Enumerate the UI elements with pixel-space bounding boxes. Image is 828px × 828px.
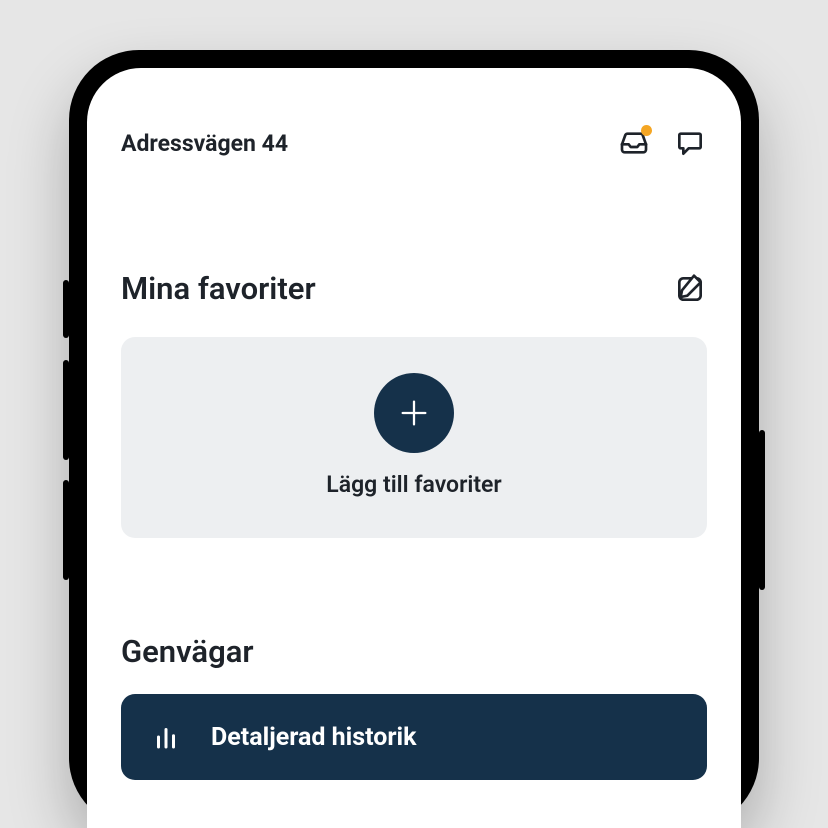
phone-side-button bbox=[63, 360, 69, 460]
edit-favorites-button[interactable] bbox=[673, 272, 707, 306]
bar-chart-icon bbox=[151, 722, 181, 752]
inbox-button[interactable] bbox=[617, 126, 651, 160]
phone-side-button bbox=[63, 480, 69, 580]
favorites-title: Mina favoriter bbox=[121, 270, 316, 307]
top-bar: Adressvägen 44 bbox=[121, 126, 707, 160]
chat-button[interactable] bbox=[673, 126, 707, 160]
phone-side-button bbox=[759, 430, 765, 590]
shortcuts-title: Genvägar bbox=[121, 633, 707, 670]
chat-icon bbox=[674, 127, 706, 159]
phone-frame: Adressvägen 44 bbox=[69, 50, 759, 828]
address-title[interactable]: Adressvägen 44 bbox=[121, 130, 288, 157]
edit-icon bbox=[674, 273, 706, 305]
screen: Adressvägen 44 bbox=[87, 68, 741, 828]
shortcut-detailed-history[interactable]: Detaljerad historik bbox=[121, 694, 707, 780]
shortcut-label: Detaljerad historik bbox=[211, 723, 416, 752]
plus-icon bbox=[397, 396, 431, 430]
favorites-header: Mina favoriter bbox=[121, 270, 707, 307]
add-favorite-button[interactable] bbox=[374, 373, 454, 453]
add-favorite-card[interactable]: Lägg till favoriter bbox=[121, 337, 707, 538]
add-favorite-label: Lägg till favoriter bbox=[326, 471, 501, 498]
phone-side-button bbox=[63, 280, 69, 338]
notification-dot-icon bbox=[641, 125, 652, 136]
top-bar-icons bbox=[617, 126, 707, 160]
